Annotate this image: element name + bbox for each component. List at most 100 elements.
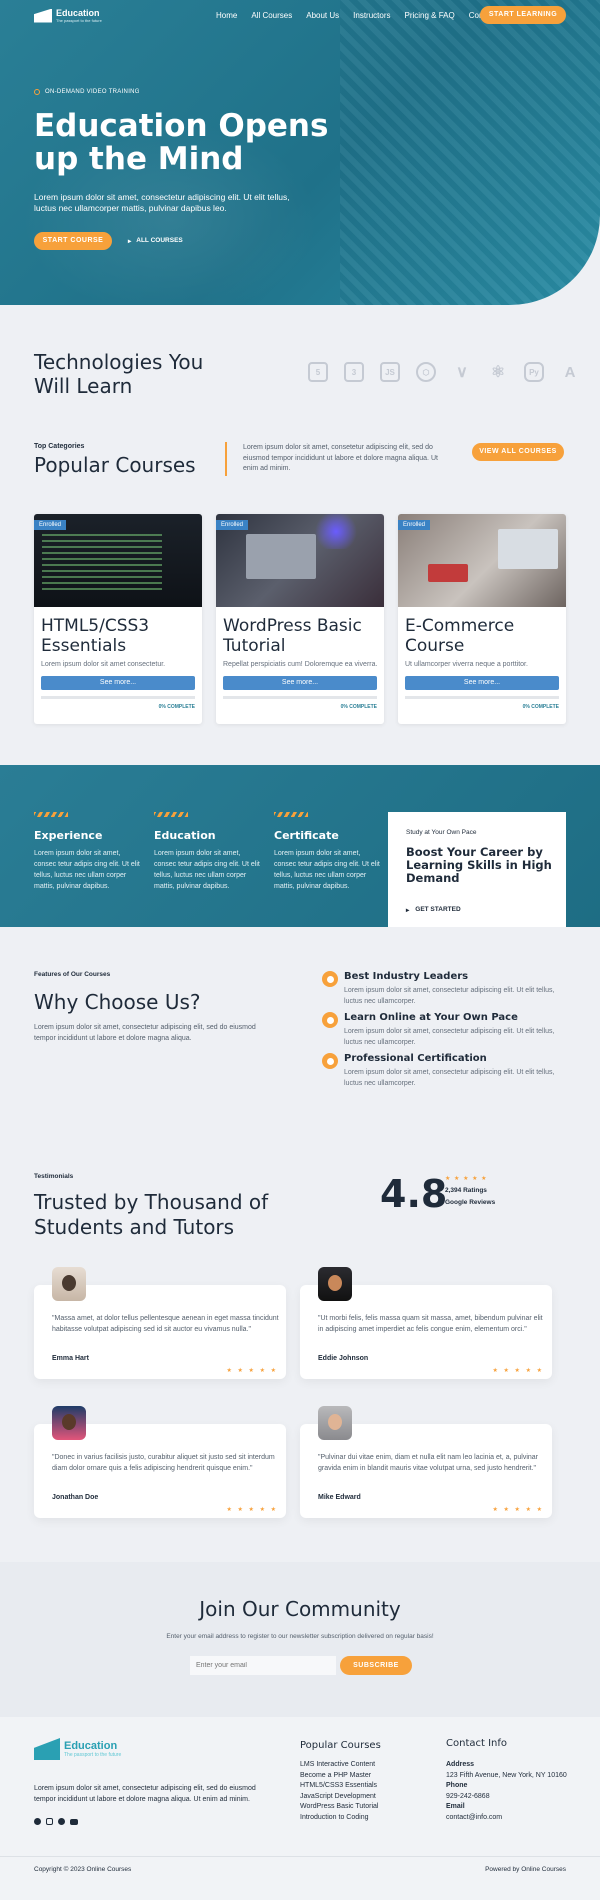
- hero-title-line1: Education Opens: [34, 108, 329, 144]
- see-more-button[interactable]: See more...: [223, 676, 377, 690]
- feature-title: Experience: [34, 829, 103, 842]
- course-title[interactable]: E-Commerce Course: [405, 616, 560, 656]
- testimonial-quote: "Massa amet, at dolor tellus pellentesqu…: [52, 1315, 279, 1333]
- progress-text: 0% COMPLETE: [522, 704, 559, 710]
- footer-brand-name: Education: [64, 1740, 118, 1752]
- vue-icon: ∨: [456, 364, 468, 381]
- testimonial-quote: "Pulvinar dui vitae enim, diam et nulla …: [318, 1454, 538, 1472]
- popular-title: Popular Courses: [34, 453, 196, 477]
- instagram-icon[interactable]: [46, 1818, 53, 1825]
- feature-text: Lorem ipsum dolor sit amet, consec tetur…: [274, 850, 380, 890]
- why-item-title: Best Industry Leaders: [344, 971, 469, 982]
- contact-info: Address 123 Fifth Avenue, New York, NY 1…: [446, 1760, 567, 1823]
- hero-title-line2: up the Mind: [34, 141, 244, 177]
- footer-course-link[interactable]: JavaScript Development: [300, 1792, 378, 1803]
- brand-name: Education: [56, 8, 100, 18]
- footer-course-link[interactable]: Become a PHP Master: [300, 1771, 378, 1782]
- copyright-text: Copyright © 2023 Online Courses: [34, 1866, 132, 1873]
- enrolled-badge: Enrolled: [34, 520, 67, 530]
- footer-course-link[interactable]: WordPress Basic Tutorial: [300, 1802, 378, 1813]
- get-started-label: GET STARTED: [415, 906, 461, 913]
- nav-home[interactable]: Home: [216, 11, 237, 20]
- facebook-icon[interactable]: [34, 1818, 41, 1825]
- react-icon: ⚛: [490, 364, 506, 381]
- feature-text: Lorem ipsum dolor sit amet, consec tetur…: [34, 850, 140, 890]
- all-courses-label: ALL COURSES: [136, 237, 183, 244]
- course-card[interactable]: Enrolled WordPress Basic Tutorial Repell…: [216, 514, 384, 724]
- hero-eyebrow: ON-DEMAND VIDEO TRAINING: [34, 89, 140, 95]
- course-title[interactable]: WordPress Basic Tutorial: [223, 616, 378, 656]
- stripes-icon: [34, 812, 68, 817]
- avatar: [52, 1406, 86, 1440]
- why-item-title: Professional Certification: [344, 1053, 487, 1064]
- course-desc: Lorem ipsum dolor sit amet consectetur.: [41, 661, 166, 668]
- why-item-title: Learn Online at Your Own Pace: [344, 1012, 518, 1023]
- tech-icons: 5 3 JS ⬡ ∨ ⚛ Py A: [308, 362, 580, 382]
- footer-course-link[interactable]: HTML5/CSS3 Essentials: [300, 1781, 378, 1792]
- powered-by-text: Powered by Online Courses: [485, 1866, 566, 1873]
- enrolled-badge: Enrolled: [398, 520, 431, 530]
- footer-brand-tagline: The passport to the future: [64, 1752, 122, 1758]
- get-started-link[interactable]: ▸ GET STARTED: [406, 906, 461, 914]
- html5-icon: 5: [308, 362, 328, 382]
- feature-experience: Experience Lorem ipsum dolor sit amet, c…: [34, 812, 144, 892]
- ratings-count: 2,394 Ratings: [445, 1187, 487, 1194]
- avatar: [52, 1267, 86, 1301]
- phone-value[interactable]: 929-242-6868: [446, 1792, 567, 1803]
- feature-certificate: Certificate Lorem ipsum dolor sit amet, …: [274, 812, 384, 892]
- youtube-icon[interactable]: [70, 1818, 78, 1825]
- footer-course-link[interactable]: Introduction to Coding: [300, 1813, 378, 1824]
- career-title: Boost Your Career by Learning Skills in …: [406, 845, 552, 885]
- feature-education: Education Lorem ipsum dolor sit amet, co…: [154, 812, 264, 892]
- popular-eyebrow: Top Categories: [34, 443, 85, 450]
- email-value[interactable]: contact@info.com: [446, 1813, 567, 1824]
- start-learning-button[interactable]: START LEARNING: [480, 6, 566, 24]
- course-title[interactable]: HTML5/CSS3 Essentials: [41, 616, 196, 656]
- nav-all-courses[interactable]: All Courses: [251, 11, 292, 20]
- testimonial-name: Emma Hart: [52, 1355, 89, 1362]
- course-card[interactable]: Enrolled E-Commerce Course Ut ullamcorpe…: [398, 514, 566, 724]
- email-input[interactable]: [190, 1656, 336, 1675]
- why-title: Why Choose Us?: [34, 990, 201, 1014]
- progress-bar: [405, 696, 559, 699]
- testimonials-title-line1: Trusted by Thousand of: [34, 1190, 269, 1214]
- feature-title: Certificate: [274, 829, 339, 842]
- logo-mark-icon: [34, 8, 52, 23]
- css3-icon: 3: [344, 362, 364, 382]
- subscribe-button[interactable]: SUBSCRIBE: [340, 1656, 412, 1675]
- js-icon: JS: [380, 362, 400, 382]
- all-courses-link[interactable]: ▸ ALL COURSES: [128, 237, 183, 245]
- brand-logo[interactable]: Education The passport to the future: [34, 8, 102, 23]
- testimonial-stars: ★ ★ ★ ★ ★: [226, 1507, 278, 1513]
- address-value: 123 Fifth Avenue, New York, NY 10160: [446, 1771, 567, 1779]
- course-card[interactable]: Enrolled HTML5/CSS3 Essentials Lorem ips…: [34, 514, 202, 724]
- testimonial-stars: ★ ★ ★ ★ ★: [226, 1368, 278, 1374]
- brand-tagline: The passport to the future: [56, 18, 102, 23]
- why-eyebrow: Features of Our Courses: [34, 971, 111, 978]
- logo-mark-icon: [34, 1738, 60, 1760]
- see-more-button[interactable]: See more...: [405, 676, 559, 690]
- popular-text: Lorem ipsum dolor sit amet, consetetur a…: [243, 444, 438, 472]
- why-item-text: Lorem ipsum dolor sit amet, consectetur …: [344, 1069, 555, 1087]
- see-more-button[interactable]: See more...: [41, 676, 195, 690]
- testimonial-card: "Massa amet, at dolor tellus pellentesqu…: [34, 1267, 286, 1379]
- enrolled-badge: Enrolled: [216, 520, 249, 530]
- start-course-button[interactable]: START COURSE: [34, 232, 112, 250]
- progress-bar: [223, 696, 377, 699]
- clock-icon: [322, 1012, 338, 1028]
- email-label: Email: [446, 1803, 465, 1810]
- nav-instructors[interactable]: Instructors: [353, 11, 390, 20]
- testimonial-name: Eddie Johnson: [318, 1355, 369, 1362]
- footer-course-link[interactable]: LMS Interactive Content: [300, 1760, 378, 1771]
- pinterest-icon[interactable]: [58, 1818, 65, 1825]
- nav-pricing-faq[interactable]: Pricing & FAQ: [405, 11, 455, 20]
- testimonial-stars: ★ ★ ★ ★ ★: [492, 1507, 544, 1513]
- nav-about-us[interactable]: About Us: [306, 11, 339, 20]
- footer-courses-title: Popular Courses: [300, 1740, 381, 1751]
- testimonial-name: Mike Edward: [318, 1494, 361, 1501]
- rating-stars: ★ ★ ★ ★ ★: [445, 1176, 488, 1182]
- view-all-courses-button[interactable]: VIEW ALL COURSES: [472, 443, 564, 461]
- testimonial-card: "Donec in varius facilisis justo, curabi…: [34, 1406, 286, 1518]
- footer-logo[interactable]: Education The passport to the future: [34, 1738, 121, 1760]
- hero-text: Lorem ipsum dolor sit amet, consectetur …: [34, 192, 290, 213]
